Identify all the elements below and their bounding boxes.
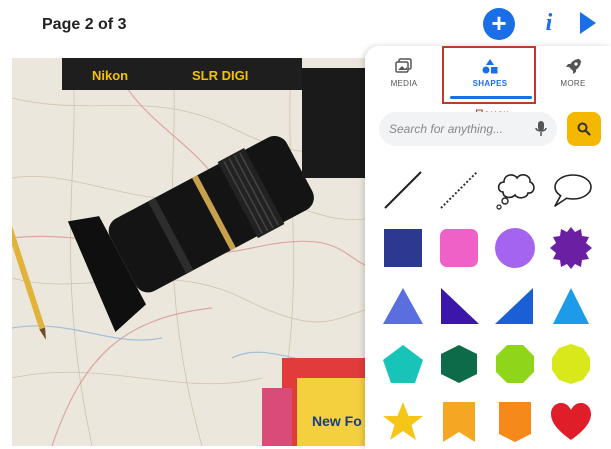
thought-bubble-icon [496,173,535,210]
shape-dotted-line[interactable] [437,168,481,212]
shape-pennant[interactable] [493,400,537,444]
svg-text:Nikon: Nikon [92,68,128,83]
page-indicator: Page 2 of 3 [42,16,127,33]
tab-more-label: MORE [560,79,586,88]
speech-bubble-icon [554,174,592,207]
tab-media[interactable]: MEDIA [369,54,439,98]
pentagon-icon [383,345,423,383]
shape-rounded-square[interactable] [437,226,481,270]
shape-square[interactable] [381,226,425,270]
square-icon [384,229,422,267]
annotation-highlight-box [442,46,536,104]
badge-icon [550,227,592,269]
map-camera-image: Nikon SLR DIGI New Fo [12,58,372,446]
shape-right-triangle-right[interactable] [493,284,537,328]
shape-heart[interactable] [549,400,593,444]
right-triangle-left-icon [441,288,479,324]
microphone-icon[interactable] [534,120,548,138]
shape-triangle-blue[interactable] [549,284,593,328]
tab-more[interactable]: MORE [538,54,608,98]
images-icon [395,58,412,73]
shape-speech-bubble[interactable] [549,168,593,212]
shape-star[interactable] [381,400,425,444]
star-icon [383,402,423,440]
info-button[interactable]: i [539,8,559,38]
shape-thought-bubble[interactable] [493,168,537,212]
right-triangle-right-icon [495,288,533,324]
octagon-icon [496,345,534,383]
line-icon [384,171,422,209]
rocket-icon [566,59,581,74]
tab-media-label: MEDIA [390,79,418,88]
hexagon-icon [441,345,477,383]
play-button[interactable] [580,12,596,34]
shape-triangle[interactable] [381,284,425,328]
canvas-photo[interactable]: Nikon SLR DIGI New Fo [12,58,372,446]
search-button[interactable] [567,112,601,146]
dotted-line-icon [440,171,478,209]
bookmark-icon [443,402,475,442]
decagon-icon [552,344,590,384]
shape-bookmark[interactable] [437,400,481,444]
search-icon [577,122,591,136]
search-row [379,112,601,146]
rounded-square-icon [440,229,478,267]
shape-pentagon[interactable] [381,342,425,386]
top-bar: Page 2 of 3 + i [0,0,611,48]
svg-text:SLR DIGI: SLR DIGI [192,68,248,83]
svg-text:New Fo: New Fo [312,413,362,429]
shape-line[interactable] [381,168,425,212]
shape-right-triangle-left[interactable] [437,284,481,328]
shape-hexagon[interactable] [437,342,481,386]
shape-decagon[interactable] [549,342,593,386]
elements-panel: MEDIA SHAPES MORE Поиск [365,46,611,449]
pennant-icon [499,402,531,442]
shape-badge[interactable] [549,226,593,270]
shape-octagon[interactable] [493,342,537,386]
triangle-icon [383,288,423,324]
triangle-blue-icon [553,288,589,324]
heart-icon [551,403,591,440]
circle-icon [495,228,535,268]
shape-circle[interactable] [493,226,537,270]
add-button[interactable]: + [483,8,515,40]
panel-tabs: MEDIA SHAPES MORE [365,46,611,104]
search-input[interactable] [379,112,557,146]
